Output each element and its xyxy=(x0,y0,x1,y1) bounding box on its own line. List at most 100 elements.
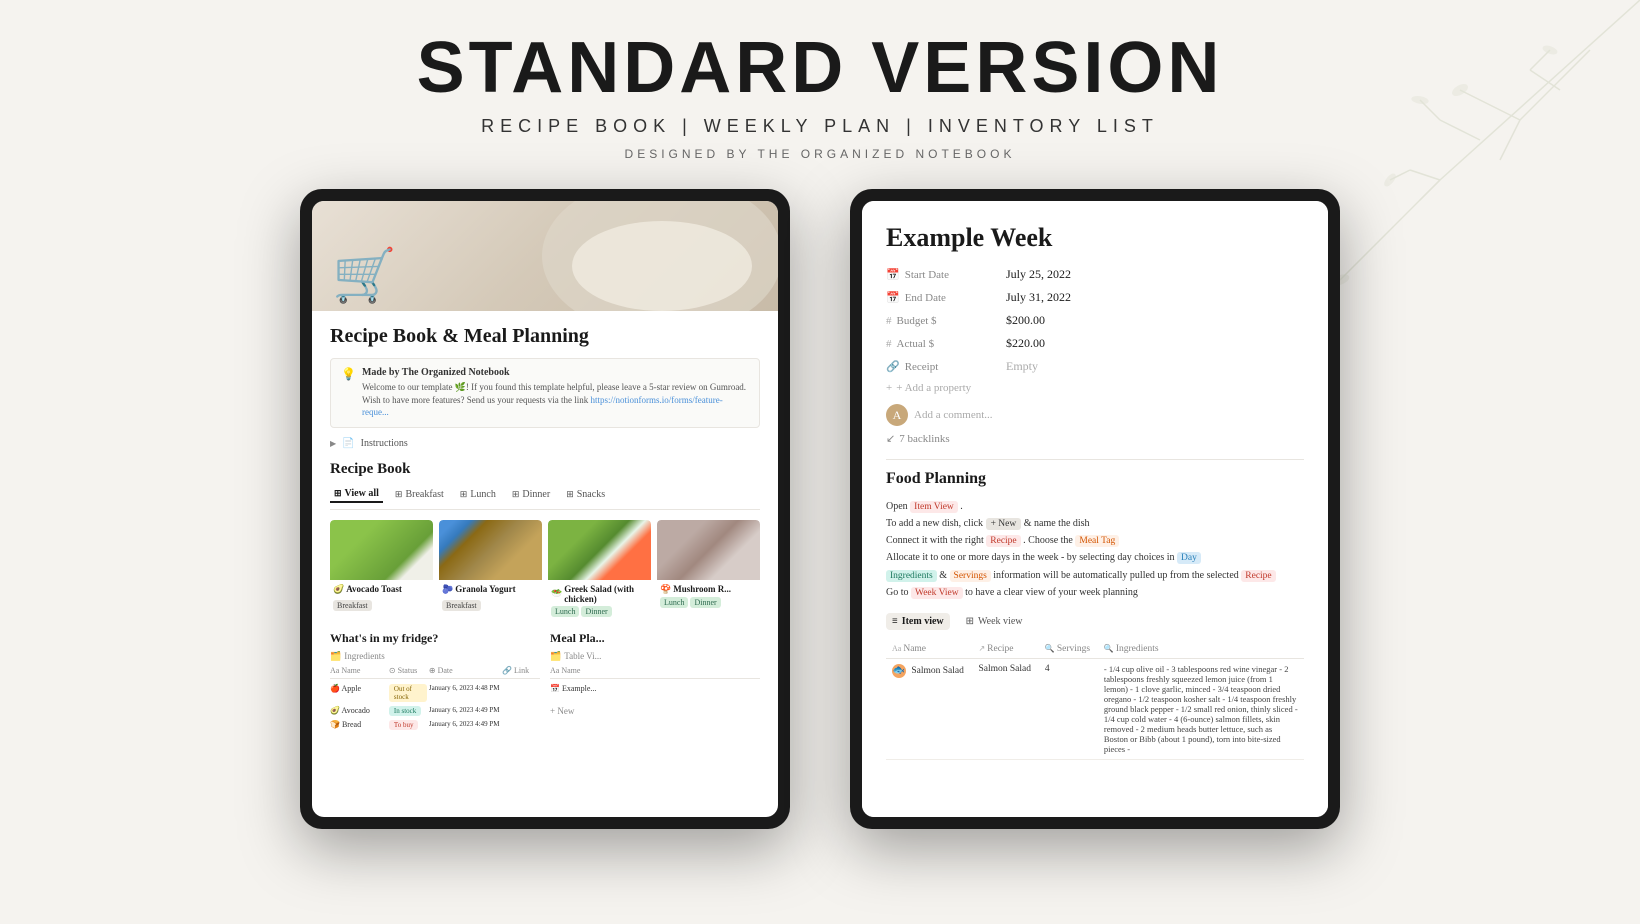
comment-row[interactable]: A Add a comment... xyxy=(886,404,1304,426)
subtitle: RECIPE BOOK | WEEKLY PLAN | INVENTORY LI… xyxy=(0,116,1640,137)
lightbulb-icon: 💡 xyxy=(341,367,356,382)
recipe-book-title: Recipe Book xyxy=(330,461,760,478)
link-icon: 🔗 xyxy=(886,360,900,373)
apple-date: January 6, 2023 4:48 PM xyxy=(429,684,500,702)
tab-view-all[interactable]: ⊞ View all xyxy=(330,486,383,503)
th-ingredients-icon: 🔍 xyxy=(1104,644,1116,653)
week-view-highlight: Week View xyxy=(911,587,963,599)
instructions-block: Open Item View . To add a new dish, clic… xyxy=(886,498,1304,601)
salad-tag-dinner: Dinner xyxy=(581,606,611,617)
week-view-icon: ⊞ xyxy=(966,616,974,627)
table-row-salmon[interactable]: 🐟 Salmon Salad Salmon Salad 4 - 1/4 cup … xyxy=(886,658,1304,759)
instructions-label: Instructions xyxy=(361,438,408,449)
backlinks[interactable]: ↙ 7 backlinks xyxy=(886,432,1304,445)
meal-header: Aa Name xyxy=(550,666,760,679)
salad-emoji: 🥗 xyxy=(551,588,562,599)
col-name: Aa Name xyxy=(330,666,387,675)
instr-line-4: Allocate it to one or more days in the w… xyxy=(886,549,1304,566)
tab-breakfast[interactable]: ⊞ Breakfast xyxy=(391,486,448,503)
prop-end-date: 📅 End Date July 31, 2022 xyxy=(886,290,1304,305)
col-date: ⊕ Date xyxy=(429,666,500,675)
fridge-row-apple[interactable]: 🍎 Apple Out of stock January 6, 2023 4:4… xyxy=(330,682,540,704)
callout-title: Made by The Organized Notebook xyxy=(362,367,749,378)
tab-lunch[interactable]: ⊞ Lunch xyxy=(456,486,500,503)
backlink-icon: ↙ xyxy=(886,432,895,445)
fridge-icon: 🗂️ xyxy=(330,651,341,662)
recipe-card-salad[interactable]: 🥗 Greek Salad (with chicken) Lunch Dinne… xyxy=(548,520,651,619)
fridge-section: What's in my fridge? 🗂️ Ingredients Aa N… xyxy=(330,631,540,732)
view-all-icon: ⊞ xyxy=(334,488,342,499)
calendar-icon-1: 📅 xyxy=(886,268,900,281)
recipe-card-avocado[interactable]: 🥑 Avocado Toast Breakfast xyxy=(330,520,433,619)
salad-label: 🥗 Greek Salad (with chicken) Lunch Dinne… xyxy=(548,580,651,619)
item-view-highlight: Item View xyxy=(910,501,958,513)
instr-line-3: Connect it with the right Recipe . Choos… xyxy=(886,532,1304,549)
fridge-subtitle: 🗂️ Ingredients xyxy=(330,651,540,662)
bread-status: To buy xyxy=(389,720,427,730)
instr-line-5: Ingredients & Servings information will … xyxy=(886,567,1304,584)
tab-week-view[interactable]: ⊞ Week view xyxy=(960,613,1029,630)
lunch-icon: ⊞ xyxy=(460,489,468,500)
recipe-highlight-2: Recipe xyxy=(1241,570,1275,582)
main-title: STANDARD VERSION xyxy=(0,32,1640,104)
hash-icon-1: # xyxy=(886,315,892,327)
salmon-name-cell: 🐟 Salmon Salad xyxy=(886,658,972,759)
salad-name: 🥗 Greek Salad (with chicken) xyxy=(551,584,648,604)
divider xyxy=(886,459,1304,460)
hero-image: 🛒 xyxy=(312,201,778,311)
meal-new-button[interactable]: + New xyxy=(550,701,760,719)
mushroom-name: 🍄 Mushroom R... xyxy=(660,584,757,595)
left-content: Recipe Book & Meal Planning 💡 Made by Th… xyxy=(312,311,778,817)
bread-date: January 6, 2023 4:49 PM xyxy=(429,720,500,730)
mushroom-tag-lunch: Lunch xyxy=(660,597,688,608)
prop-actual: # Actual $ $220.00 xyxy=(886,336,1304,351)
servings-highlight: Servings xyxy=(950,570,991,582)
callout-box: 💡 Made by The Organized Notebook Welcome… xyxy=(330,358,760,428)
salmon-emoji: 🐟 xyxy=(892,664,906,678)
recipe-grid: 🥑 Avocado Toast Breakfast 🫐 Granol xyxy=(330,520,760,619)
prop-start-date: 📅 Start Date July 25, 2022 xyxy=(886,267,1304,282)
instr-line-2: To add a new dish, click + New & name th… xyxy=(886,515,1304,532)
tab-dinner[interactable]: ⊞ Dinner xyxy=(508,486,554,503)
snacks-icon: ⊞ xyxy=(566,489,574,500)
fridge-row-avocado[interactable]: 🥑 Avocado In stock January 6, 2023 4:49 … xyxy=(330,704,540,718)
tab-item-view[interactable]: ≡ Item view xyxy=(886,613,950,630)
budget-value: $200.00 xyxy=(1006,313,1045,328)
instructions-row[interactable]: ▶ 📄 Instructions xyxy=(330,438,760,449)
th-recipe-icon: ↗ xyxy=(978,644,987,653)
callout-text-2: Wish to have more features? Send us your… xyxy=(362,394,749,419)
th-name-icon: Aa xyxy=(892,644,903,653)
plus-icon: + xyxy=(886,382,892,394)
left-screen: 🛒 Recipe Book & Meal Planning 💡 Made by … xyxy=(312,201,778,817)
instr-line-6: Go to Week View to have a clear view of … xyxy=(886,584,1304,601)
food-table: Aa Name ↗ Recipe 🔍 Servings xyxy=(886,640,1304,760)
week-title: Example Week xyxy=(886,223,1304,253)
th-name: Aa Name xyxy=(886,640,972,659)
avocado-label: 🥑 Avocado Toast Breakfast xyxy=(330,580,433,615)
col-status: ⊙ Status xyxy=(389,666,427,675)
meal-col-name: Aa Name xyxy=(550,666,607,675)
salad-img xyxy=(548,520,651,580)
avocado-date: January 6, 2023 4:49 PM xyxy=(429,706,500,716)
granola-emoji: 🫐 xyxy=(442,584,453,595)
avocado-link xyxy=(502,706,540,716)
actual-label: # Actual $ xyxy=(886,338,1006,350)
fridge-row-bread[interactable]: 🍞 Bread To buy January 6, 2023 4:49 PM xyxy=(330,718,540,732)
meal-row-example[interactable]: 📅 Example... xyxy=(550,682,760,695)
recipe-tabs: ⊞ View all ⊞ Breakfast ⊞ Lunch ⊞ Dinner xyxy=(330,486,760,510)
meal-example: 📅 Example... xyxy=(550,684,760,693)
meal-tag-highlight: Meal Tag xyxy=(1075,535,1119,547)
add-property-button[interactable]: + + Add a property xyxy=(886,382,1304,394)
mushroom-label: 🍄 Mushroom R... Lunch Dinner xyxy=(657,580,760,610)
avocado-emoji: 🥑 xyxy=(333,584,344,595)
prop-budget: # Budget $ $200.00 xyxy=(886,313,1304,328)
granola-img xyxy=(439,520,542,580)
col-link: 🔗 Link xyxy=(502,666,540,675)
page-title: Recipe Book & Meal Planning xyxy=(330,325,760,348)
tab-snacks[interactable]: ⊞ Snacks xyxy=(562,486,609,503)
apple-status: Out of stock xyxy=(389,684,427,702)
recipe-card-granola[interactable]: 🫐 Granola Yogurt Breakfast xyxy=(439,520,542,619)
fridge-table-header: Aa Name ⊙ Status ⊕ Date 🔗 Link xyxy=(330,666,540,679)
instr-line-1: Open Item View . xyxy=(886,498,1304,515)
recipe-card-mushroom[interactable]: 🍄 Mushroom R... Lunch Dinner xyxy=(657,520,760,619)
